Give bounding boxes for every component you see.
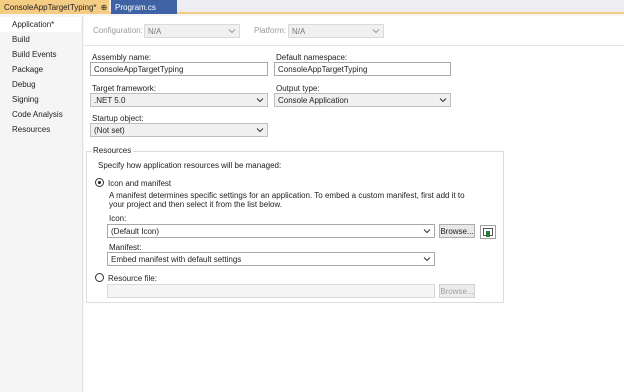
- target-framework-label: Target framework:: [92, 84, 157, 93]
- sidebar-item-label: Application*: [12, 20, 55, 29]
- document-tab-strip: ConsoleAppTargetTyping* ⊕ ✕ Program.cs: [0, 0, 624, 14]
- tab-program-cs[interactable]: Program.cs: [111, 0, 177, 14]
- sidebar-item-debug[interactable]: Debug: [0, 77, 83, 92]
- chevron-down-icon: [256, 128, 264, 133]
- application-icon-preview: [480, 225, 496, 239]
- output-type-label: Output type:: [276, 84, 320, 93]
- resource-file-label[interactable]: Resource file:: [108, 274, 157, 283]
- resource-file-field: [107, 284, 435, 298]
- icon-label: Icon:: [109, 214, 127, 223]
- icon-manifest-label[interactable]: Icon and manifest: [108, 179, 171, 188]
- chevron-down-icon: [228, 29, 236, 34]
- assembly-name-value: ConsoleAppTargetTyping: [94, 64, 184, 74]
- manifest-dropdown[interactable]: Embed manifest with default settings: [107, 252, 435, 266]
- chevron-down-icon: [423, 229, 431, 234]
- application-properties-pane: Configuration: N/A Platform: N/A Assembl…: [84, 16, 624, 392]
- chevron-down-icon: [439, 98, 447, 103]
- browse-button-label: Browse...: [440, 226, 474, 236]
- chevron-down-icon: [256, 98, 264, 103]
- sidebar-item-application[interactable]: Application*: [0, 17, 81, 32]
- startup-object-dropdown[interactable]: (Not set): [90, 123, 268, 137]
- sidebar-item-code-analysis[interactable]: Code Analysis: [0, 107, 83, 122]
- properties-sidebar: Application* Build Build Events Package …: [0, 16, 83, 392]
- icon-accent-bar: [486, 231, 490, 237]
- tab-project-properties-label: ConsoleAppTargetTyping*: [4, 2, 97, 12]
- sidebar-item-label: Debug: [12, 80, 36, 89]
- sidebar-item-package[interactable]: Package: [0, 62, 83, 77]
- manifest-help-line-2: your project and then select it from the…: [109, 200, 282, 209]
- output-type-dropdown[interactable]: Console Application: [274, 93, 451, 107]
- tab-program-cs-label: Program.cs: [115, 2, 156, 12]
- icon-dropdown[interactable]: (Default Icon): [107, 224, 435, 238]
- target-framework-value: .NET 5.0: [94, 95, 126, 105]
- platform-value: N/A: [292, 26, 306, 36]
- assembly-name-field[interactable]: ConsoleAppTargetTyping: [90, 62, 268, 76]
- sidebar-item-label: Resources: [12, 125, 51, 134]
- platform-dropdown: N/A: [288, 24, 384, 38]
- radio-selected-dot: [98, 181, 101, 184]
- sidebar-item-resources[interactable]: Resources: [0, 122, 83, 137]
- default-namespace-label: Default namespace:: [276, 53, 348, 62]
- sidebar-item-label: Code Analysis: [12, 110, 63, 119]
- chevron-down-icon: [423, 257, 431, 262]
- sidebar-item-build-events[interactable]: Build Events: [0, 47, 83, 62]
- configuration-value: N/A: [148, 26, 162, 36]
- icon-manifest-radio[interactable]: [95, 178, 104, 187]
- manifest-label: Manifest:: [109, 243, 142, 252]
- default-namespace-value: ConsoleAppTargetTyping: [278, 64, 368, 74]
- configuration-label: Configuration:: [93, 26, 143, 35]
- divider: [84, 45, 624, 46]
- manifest-value: Embed manifest with default settings: [111, 254, 242, 264]
- startup-object-label: Startup object:: [92, 114, 144, 123]
- default-namespace-field[interactable]: ConsoleAppTargetTyping: [274, 62, 451, 76]
- resources-group-title: Resources: [91, 146, 134, 155]
- tab-project-properties[interactable]: ConsoleAppTargetTyping* ⊕ ✕: [0, 0, 118, 14]
- resource-file-radio[interactable]: [95, 273, 104, 282]
- window-icon: [483, 228, 493, 237]
- assembly-name-label: Assembly name:: [92, 53, 152, 62]
- target-framework-dropdown[interactable]: .NET 5.0: [90, 93, 268, 107]
- startup-object-value: (Not set): [94, 125, 125, 135]
- platform-label: Platform:: [254, 26, 287, 35]
- sidebar-item-build[interactable]: Build: [0, 32, 83, 47]
- sidebar-item-signing[interactable]: Signing: [0, 92, 83, 107]
- browse-resource-file-button: Browse...: [439, 284, 475, 298]
- resources-description: Specify how application resources will b…: [98, 161, 282, 170]
- chevron-down-icon: [372, 29, 380, 34]
- sidebar-item-label: Build Events: [12, 50, 57, 59]
- icon-value: (Default Icon): [111, 226, 160, 236]
- manifest-help-line-1: A manifest determines specific settings …: [109, 191, 465, 200]
- browse-icon-button[interactable]: Browse...: [439, 224, 475, 238]
- output-type-value: Console Application: [278, 95, 349, 105]
- sidebar-item-label: Signing: [12, 95, 39, 104]
- browse-button-label: Browse...: [440, 286, 474, 296]
- pin-icon[interactable]: ⊕: [101, 3, 108, 12]
- sidebar-item-label: Package: [12, 65, 44, 74]
- sidebar-item-label: Build: [12, 35, 30, 44]
- configuration-dropdown: N/A: [144, 24, 240, 38]
